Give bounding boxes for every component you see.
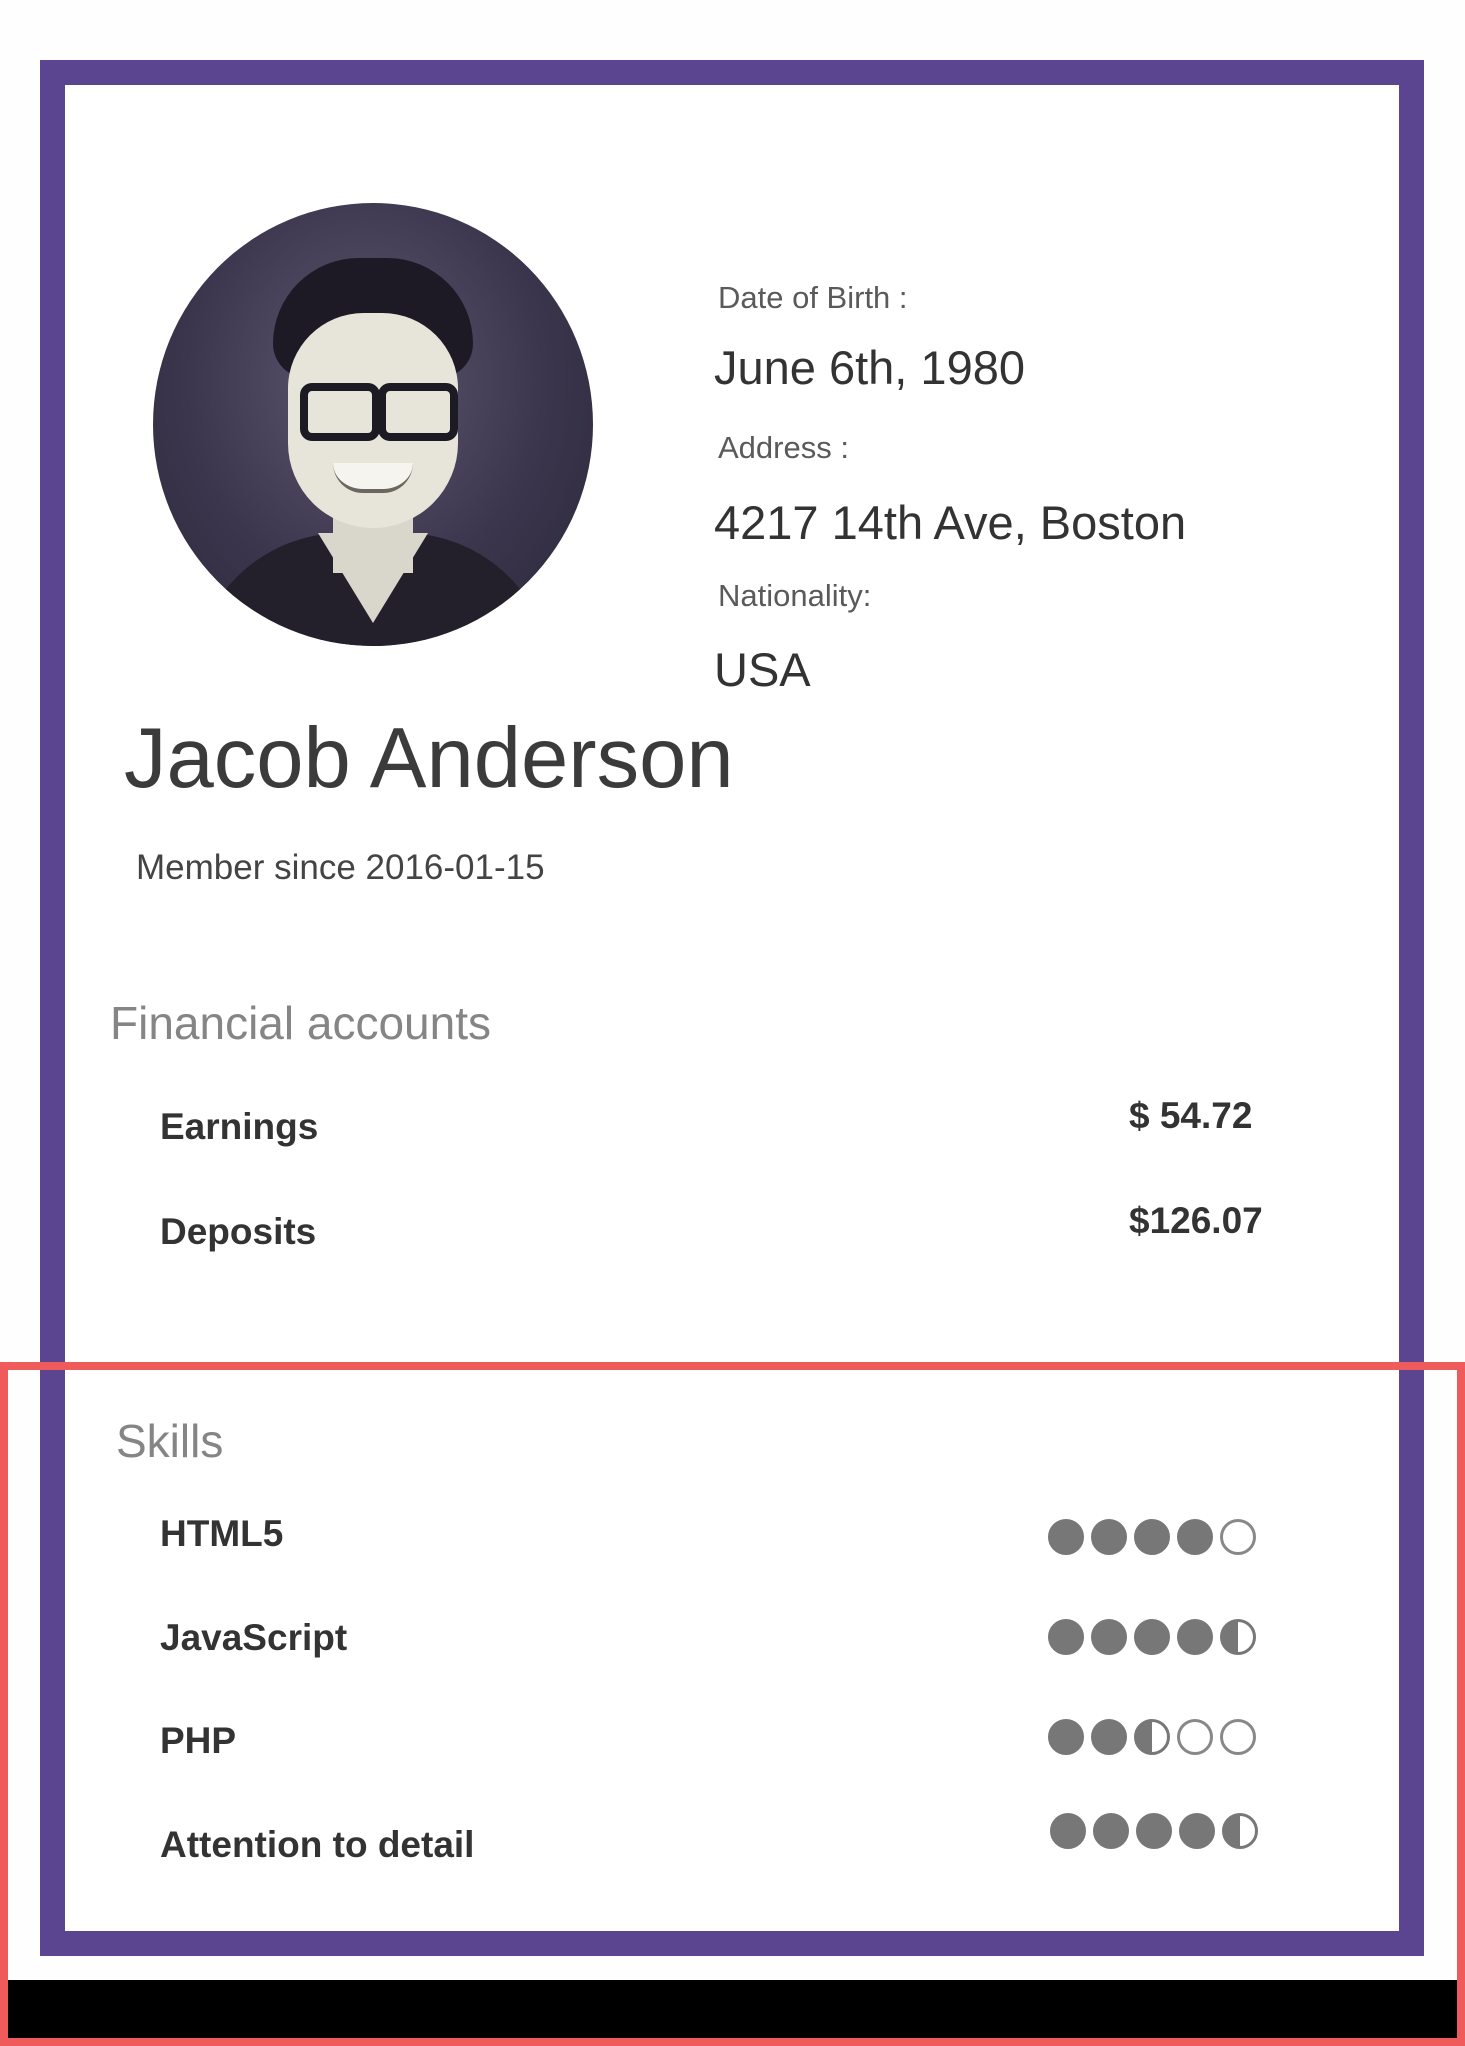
- avatar-glasses-left: [300, 383, 380, 441]
- skill-label-javascript: JavaScript: [160, 1617, 348, 1658]
- skill-label-html5: HTML5: [160, 1513, 284, 1554]
- filled-circle-icon: [1179, 1813, 1215, 1849]
- avatar-glasses-right: [378, 383, 458, 441]
- filled-circle-icon: [1048, 1519, 1084, 1555]
- filled-circle-icon: [1091, 1719, 1127, 1755]
- empty-circle-icon: [1220, 1719, 1256, 1755]
- avatar: [153, 203, 593, 646]
- financial-title: Financial accounts: [110, 997, 491, 1049]
- dob-value: June 6th, 1980: [714, 341, 1025, 394]
- earnings-label: Earnings: [160, 1106, 319, 1147]
- nationality-value: USA: [714, 643, 811, 696]
- empty-circle-icon: [1177, 1719, 1213, 1755]
- nationality-label: Nationality:: [718, 578, 872, 613]
- skills-title: Skills: [116, 1415, 224, 1467]
- earnings-value: $ 54.72: [1129, 1095, 1253, 1136]
- filled-circle-icon: [1134, 1619, 1170, 1655]
- dob-label: Date of Birth :: [718, 280, 908, 315]
- member-since: Member since 2016-01-15: [136, 848, 545, 887]
- rating-html5: [1048, 1519, 1256, 1555]
- rating-php: [1048, 1719, 1256, 1755]
- filled-circle-icon: [1091, 1619, 1127, 1655]
- filled-circle-icon: [1134, 1519, 1170, 1555]
- half-circle-icon: [1222, 1813, 1258, 1849]
- empty-circle-icon: [1220, 1519, 1256, 1555]
- skill-label-php: PHP: [160, 1720, 237, 1761]
- deposits-value: $126.07: [1129, 1200, 1263, 1241]
- profile-name: Jacob Anderson: [124, 711, 734, 806]
- filled-circle-icon: [1177, 1619, 1213, 1655]
- rating-javascript: [1048, 1619, 1256, 1655]
- filled-circle-icon: [1048, 1619, 1084, 1655]
- filled-circle-icon: [1048, 1719, 1084, 1755]
- filled-circle-icon: [1136, 1813, 1172, 1849]
- deposits-label: Deposits: [160, 1211, 317, 1252]
- filled-circle-icon: [1093, 1813, 1129, 1849]
- address-label: Address :: [718, 430, 849, 465]
- half-circle-icon: [1220, 1619, 1256, 1655]
- filled-circle-icon: [1091, 1519, 1127, 1555]
- filled-circle-icon: [1177, 1519, 1213, 1555]
- half-circle-icon: [1134, 1719, 1170, 1755]
- skill-label-attention-to-detail: Attention to detail: [160, 1824, 475, 1865]
- address-value: 4217 14th Ave, Boston: [714, 496, 1187, 549]
- filled-circle-icon: [1050, 1813, 1086, 1849]
- rating-attention-to-detail: [1050, 1813, 1258, 1849]
